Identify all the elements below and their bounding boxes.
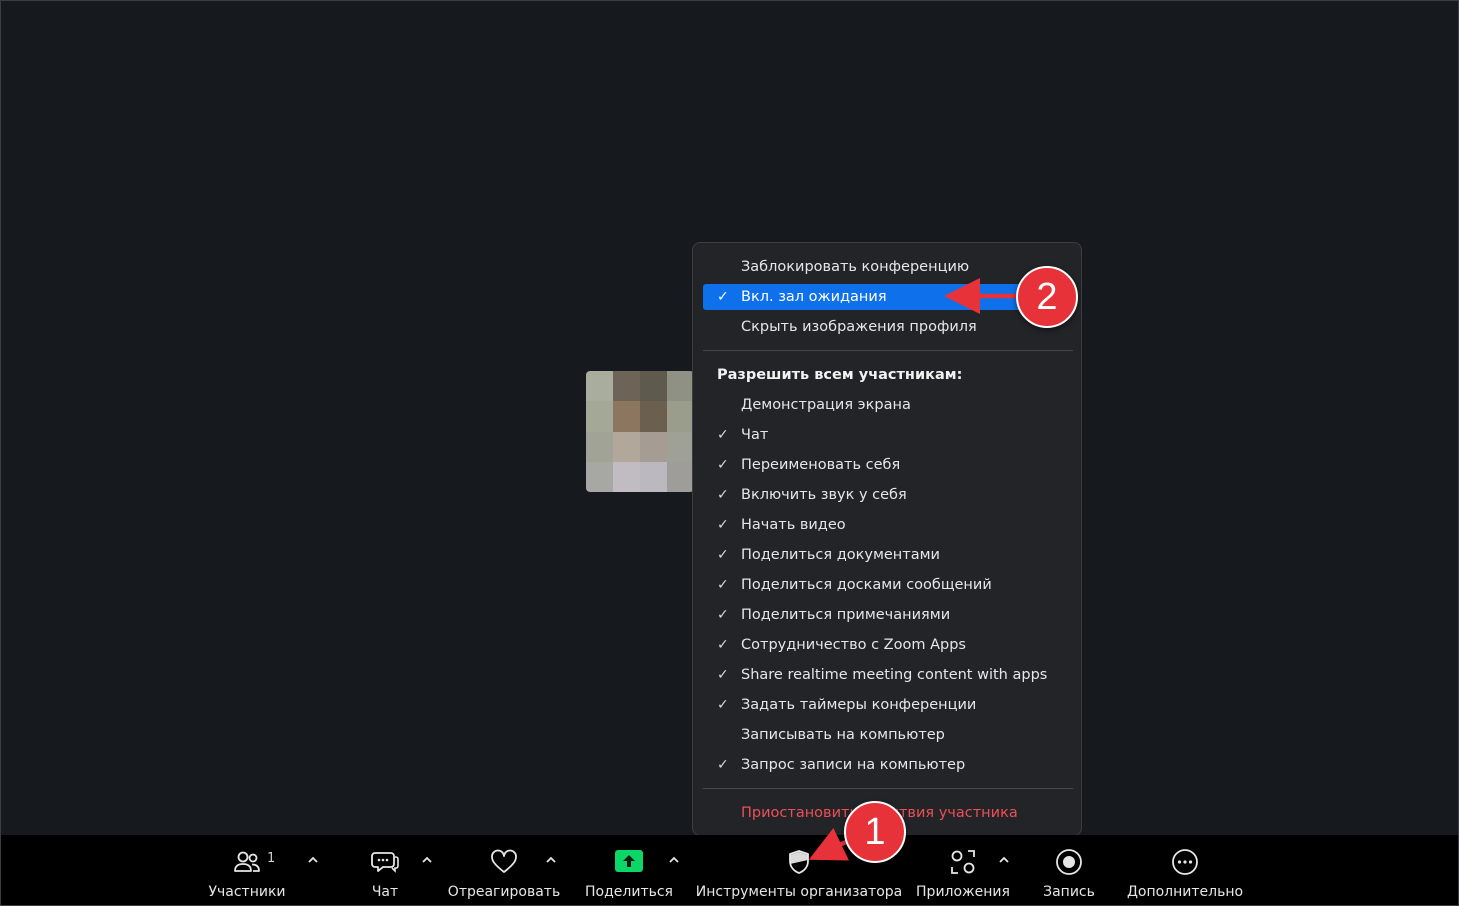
- menu-item-label: Share realtime meeting content with apps: [741, 667, 1048, 683]
- apps-label: Приложения: [916, 884, 1010, 900]
- check-icon: ✓: [717, 487, 729, 503]
- check-icon: ✓: [717, 607, 729, 623]
- check-icon: ✓: [717, 577, 729, 593]
- menu-item-unmute-self[interactable]: ✓ Включить звук у себя: [703, 482, 1073, 508]
- check-icon: ✓: [717, 637, 729, 653]
- react-label: Отреагировать: [447, 884, 561, 900]
- shield-icon: [789, 850, 809, 874]
- share-label: Поделиться: [585, 884, 673, 900]
- menu-item-local-recording[interactable]: Записывать на компьютер: [703, 722, 1073, 748]
- section-header-allow-all: Разрешить всем участникам:: [717, 367, 963, 383]
- menu-item-label: Включить звук у себя: [741, 487, 907, 503]
- check-icon: ✓: [717, 757, 729, 773]
- menu-item-share-notes[interactable]: ✓ Поделиться примечаниями: [703, 602, 1073, 628]
- menu-item-screen-share[interactable]: Демонстрация экрана: [703, 392, 1073, 418]
- react-button[interactable]: Отреагировать: [447, 835, 561, 905]
- menu-item-share-documents[interactable]: ✓ Поделиться документами: [703, 542, 1073, 568]
- menu-divider: [703, 350, 1073, 351]
- more-icon: [1172, 849, 1198, 875]
- more-button[interactable]: Дополнительно: [1123, 835, 1247, 905]
- menu-item-label: Поделиться досками сообщений: [741, 577, 992, 593]
- check-icon: ✓: [717, 667, 729, 683]
- more-label: Дополнительно: [1126, 884, 1244, 900]
- participants-icon: [234, 851, 260, 872]
- heart-icon: [491, 849, 517, 873]
- apps-button[interactable]: Приложения: [913, 835, 1013, 905]
- apps-options-chevron-up-icon[interactable]: [997, 853, 1011, 867]
- menu-item-label: Поделиться документами: [741, 547, 940, 563]
- check-icon: ✓: [717, 547, 729, 563]
- chat-button[interactable]: Чат: [345, 835, 425, 905]
- participants-label: Участники: [208, 884, 286, 900]
- host-tools-menu: Заблокировать конференцию ✓ Вкл. зал ожи…: [692, 242, 1082, 836]
- menu-item-start-video[interactable]: ✓ Начать видео: [703, 512, 1073, 538]
- participant-count-badge: 1: [267, 851, 276, 866]
- menu-item-label: Задать таймеры конференции: [741, 697, 977, 713]
- record-button[interactable]: Запись: [1031, 835, 1107, 905]
- menu-item-request-local-recording[interactable]: ✓ Запрос записи на компьютер: [703, 752, 1073, 778]
- menu-item-label: Записывать на компьютер: [741, 727, 945, 743]
- menu-item-zoom-apps[interactable]: ✓ Сотрудничество с Zoom Apps: [703, 632, 1073, 658]
- annotation-badge-step-1: 1: [844, 801, 906, 863]
- chat-options-chevron-up-icon[interactable]: [420, 853, 434, 867]
- menu-item-label: Заблокировать конференцию: [741, 259, 970, 275]
- participants-button[interactable]: 1 Участники: [201, 835, 293, 905]
- share-options-chevron-up-icon[interactable]: [667, 853, 681, 867]
- menu-item-chat[interactable]: ✓ Чат: [703, 422, 1073, 448]
- check-icon: ✓: [717, 457, 729, 473]
- menu-item-label: Вкл. зал ожидания: [741, 289, 887, 305]
- meeting-toolbar: 1 Участники Чат Отреагировать Поделиться: [1, 835, 1458, 905]
- share-screen-button[interactable]: Поделиться: [581, 835, 677, 905]
- participants-options-chevron-up-icon[interactable]: [306, 853, 320, 867]
- menu-item-rename-self[interactable]: ✓ Переименовать себя: [703, 452, 1073, 478]
- menu-item-share-whiteboards[interactable]: ✓ Поделиться досками сообщений: [703, 572, 1073, 598]
- check-icon: ✓: [717, 427, 729, 443]
- menu-item-hide-profile-pictures[interactable]: Скрыть изображения профиля: [703, 314, 1073, 340]
- chat-icon: [371, 852, 399, 873]
- menu-item-label: Поделиться примечаниями: [741, 607, 951, 623]
- menu-item-label: Переименовать себя: [741, 457, 901, 473]
- menu-item-label: Чат: [741, 427, 769, 443]
- host-tools-label: Инструменты организатора: [695, 884, 903, 900]
- check-icon: ✓: [717, 697, 729, 713]
- participant-video-thumbnail[interactable]: [586, 371, 694, 492]
- menu-item-lock-meeting[interactable]: Заблокировать конференцию: [703, 254, 1073, 280]
- annotation-badge-step-2: 2: [1016, 266, 1078, 328]
- check-icon: ✓: [717, 289, 729, 305]
- apps-icon: [951, 850, 975, 874]
- record-icon: [1056, 849, 1082, 875]
- menu-item-label: Скрыть изображения профиля: [741, 319, 977, 335]
- menu-item-label: Запрос записи на компьютер: [741, 757, 966, 773]
- chat-label: Чат: [371, 884, 399, 900]
- record-label: Запись: [1043, 884, 1095, 900]
- menu-item-label: Сотрудничество с Zoom Apps: [741, 637, 966, 653]
- share-screen-icon: [615, 850, 643, 872]
- menu-divider: [703, 788, 1073, 789]
- menu-item-label: Демонстрация экрана: [741, 397, 911, 413]
- check-icon: ✓: [717, 517, 729, 533]
- menu-item-share-realtime-content[interactable]: ✓ Share realtime meeting content with ap…: [703, 662, 1073, 688]
- react-options-chevron-up-icon[interactable]: [544, 853, 558, 867]
- menu-item-label: Начать видео: [741, 517, 846, 533]
- menu-item-meeting-timers[interactable]: ✓ Задать таймеры конференции: [703, 692, 1073, 718]
